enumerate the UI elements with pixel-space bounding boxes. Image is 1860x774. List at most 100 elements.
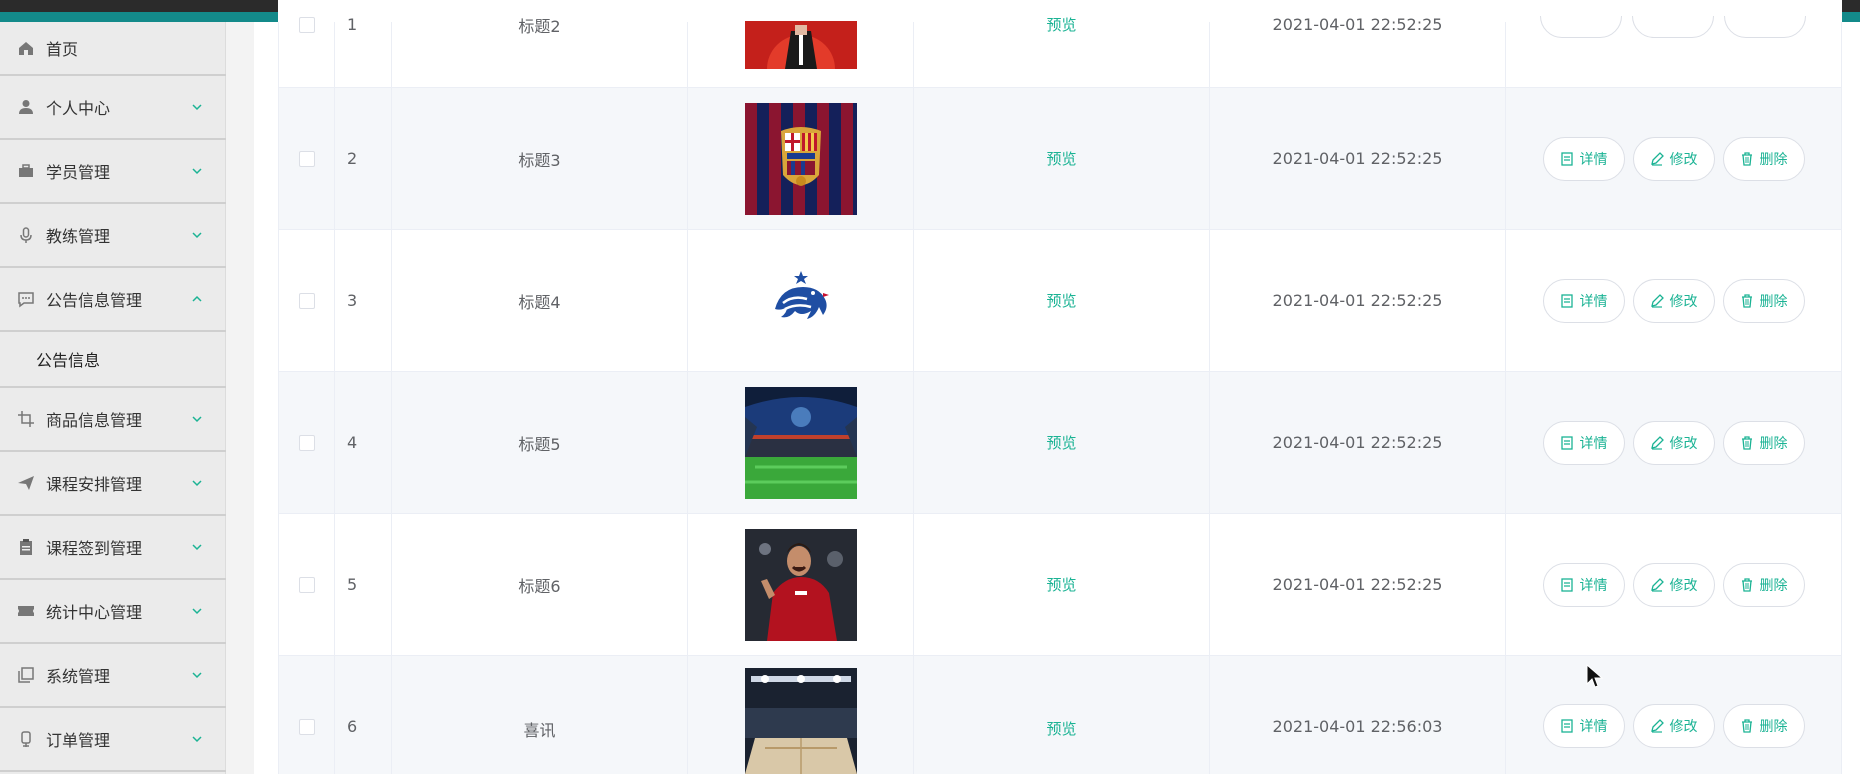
row-image-cell bbox=[688, 514, 914, 655]
delete-button[interactable]: 删除 bbox=[1722, 420, 1805, 465]
edit-button[interactable]: 修改 bbox=[1632, 278, 1715, 323]
sidebar-item-system-management[interactable]: 系统管理 bbox=[0, 644, 226, 708]
chat-icon bbox=[16, 289, 36, 309]
row-checkbox[interactable] bbox=[298, 292, 315, 309]
briefcase-icon bbox=[16, 161, 36, 181]
row-checkbox[interactable] bbox=[298, 719, 315, 735]
sidebar-item-product-management[interactable]: 商品信息管理 bbox=[0, 388, 226, 452]
row-actions: 详情 修改 删除 bbox=[1506, 656, 1842, 774]
notice-table: 1 标题2 预览 2021-04-01 22:52:25 2 标题3 预览 20… bbox=[278, 0, 1842, 774]
row-checkbox[interactable] bbox=[298, 576, 315, 593]
row-index: 4 bbox=[335, 372, 392, 513]
sidebar-item-personal-center[interactable]: 个人中心 bbox=[0, 76, 226, 140]
preview-link[interactable]: 预览 bbox=[1046, 148, 1076, 169]
sidebar-item-home[interactable]: 首页 bbox=[0, 22, 226, 76]
delete-button[interactable]: 删除 bbox=[1722, 704, 1805, 748]
row-actions: 详情 修改 删除 bbox=[1506, 514, 1842, 655]
row-title: 标题4 bbox=[392, 230, 688, 371]
bookmark-icon bbox=[16, 729, 36, 749]
edit-button[interactable]: 修改 bbox=[1632, 562, 1715, 607]
sidebar-item-label: 商品信息管理 bbox=[46, 411, 143, 430]
row-title: 标题5 bbox=[392, 372, 688, 513]
row-index: 2 bbox=[335, 88, 392, 229]
edit-icon bbox=[1650, 435, 1664, 450]
sidebar-item-order-management[interactable]: 订单管理 bbox=[0, 708, 226, 772]
sidebar-item-statistics[interactable]: 统计中心管理 bbox=[0, 580, 226, 644]
preview-link[interactable]: 预览 bbox=[1046, 574, 1076, 595]
row-select-cell bbox=[278, 88, 335, 229]
row-select-cell bbox=[278, 230, 335, 371]
sidebar-item-course-checkin[interactable]: 课程签到管理 bbox=[0, 516, 226, 580]
ticket-icon bbox=[16, 601, 36, 621]
detail-button[interactable]: 详情 bbox=[1542, 704, 1625, 748]
row-image bbox=[744, 244, 857, 357]
sidebar-item-student-management[interactable]: 学员管理 bbox=[0, 140, 226, 204]
preview-link[interactable]: 预览 bbox=[1046, 290, 1076, 311]
edit-icon bbox=[1650, 151, 1664, 166]
delete-button[interactable]: 删除 bbox=[1722, 562, 1805, 607]
preview-link[interactable]: 预览 bbox=[1046, 718, 1076, 739]
document-icon bbox=[1560, 435, 1573, 450]
detail-button[interactable]: 详情 bbox=[1542, 278, 1625, 323]
clipboard-icon bbox=[16, 537, 36, 557]
row-checkbox[interactable] bbox=[298, 434, 315, 451]
row-select-cell bbox=[278, 16, 335, 87]
sidebar-item-coach-management[interactable]: 教练管理 bbox=[0, 204, 226, 268]
row-time: 2021-04-01 22:52:25 bbox=[1210, 230, 1506, 371]
submenu-item-label: 公告信息 bbox=[36, 351, 101, 370]
detail-button[interactable]: 详情 bbox=[1542, 136, 1625, 181]
detail-button[interactable]: 详情 bbox=[1542, 420, 1625, 465]
row-index: 3 bbox=[335, 230, 392, 371]
sidebar-gutter bbox=[226, 22, 254, 774]
edit-button[interactable] bbox=[1632, 16, 1714, 38]
row-checkbox[interactable] bbox=[298, 16, 315, 33]
row-time: 2021-04-01 22:52:25 bbox=[1210, 514, 1506, 655]
row-image-cell bbox=[688, 230, 914, 371]
user-icon bbox=[16, 97, 36, 117]
row-select-cell bbox=[278, 656, 335, 774]
row-image-cell bbox=[688, 656, 914, 774]
chevron-down-icon bbox=[192, 480, 202, 487]
row-actions: 详情 修改 删除 bbox=[1506, 230, 1842, 371]
row-image-cell bbox=[688, 372, 914, 513]
chevron-down-icon bbox=[192, 104, 202, 111]
sidebar-item-notice-management[interactable]: 公告信息管理 bbox=[0, 268, 226, 332]
trash-icon bbox=[1741, 719, 1752, 733]
document-icon bbox=[1560, 151, 1573, 166]
row-image bbox=[744, 668, 857, 774]
delete-button[interactable] bbox=[1724, 16, 1806, 38]
delete-button[interactable]: 删除 bbox=[1722, 136, 1805, 181]
row-preview-cell: 预览 bbox=[914, 514, 1210, 655]
document-icon bbox=[1560, 577, 1573, 592]
row-select-cell bbox=[278, 514, 335, 655]
row-index: 5 bbox=[335, 514, 392, 655]
edit-button[interactable]: 修改 bbox=[1632, 420, 1715, 465]
row-checkbox[interactable] bbox=[298, 150, 315, 167]
row-index: 1 bbox=[335, 15, 392, 87]
preview-link[interactable]: 预览 bbox=[1046, 432, 1076, 453]
edit-button[interactable]: 修改 bbox=[1632, 704, 1715, 748]
delete-button[interactable]: 删除 bbox=[1722, 278, 1805, 323]
sidebar: 首页 个人中心 学员管理 教练管理 公告信息管理 公告信息 商品信息管理 课程安… bbox=[0, 22, 226, 774]
detail-button[interactable] bbox=[1540, 16, 1622, 38]
row-image bbox=[744, 102, 857, 215]
sidebar-item-label: 首页 bbox=[46, 40, 79, 59]
edit-icon bbox=[1650, 577, 1664, 592]
preview-link[interactable]: 预览 bbox=[1046, 14, 1076, 35]
submenu-item-notice-info[interactable]: 公告信息 bbox=[0, 332, 226, 388]
row-time: 2021-04-01 22:56:03 bbox=[1210, 656, 1506, 774]
microphone-icon bbox=[16, 225, 36, 245]
row-image bbox=[744, 528, 857, 641]
sidebar-item-label: 课程签到管理 bbox=[46, 539, 143, 558]
document-icon bbox=[1560, 293, 1573, 308]
sidebar-item-label: 课程安排管理 bbox=[46, 475, 143, 494]
edit-button[interactable]: 修改 bbox=[1632, 136, 1715, 181]
copy-icon bbox=[16, 665, 36, 685]
mouse-cursor-icon bbox=[1586, 664, 1604, 688]
sidebar-item-course-schedule[interactable]: 课程安排管理 bbox=[0, 452, 226, 516]
edit-icon bbox=[1650, 293, 1664, 308]
sidebar-item-label: 统计中心管理 bbox=[46, 603, 143, 622]
trash-icon bbox=[1741, 151, 1752, 166]
document-icon bbox=[1560, 719, 1573, 733]
detail-button[interactable]: 详情 bbox=[1542, 562, 1625, 607]
